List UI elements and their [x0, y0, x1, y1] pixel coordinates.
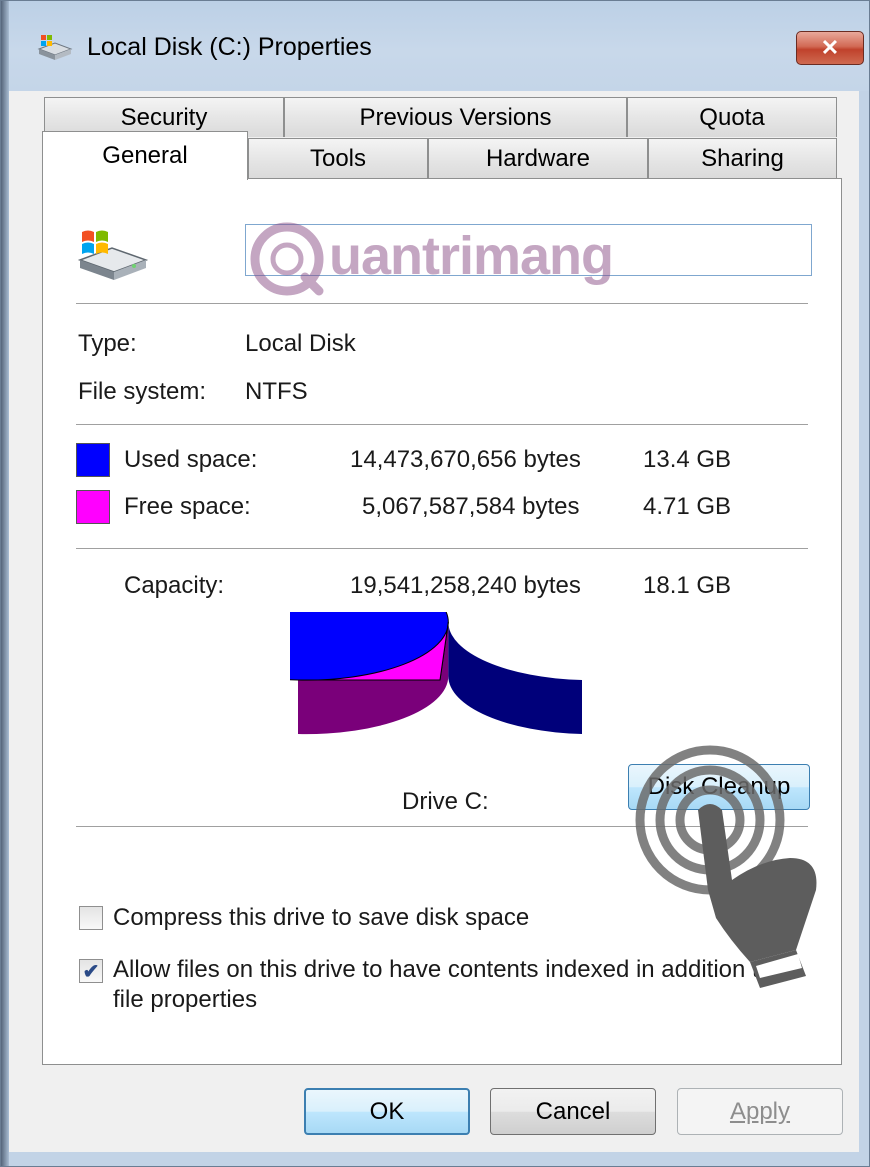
- tab-label: Hardware: [485, 145, 591, 172]
- tab-label: Previous Versions: [359, 103, 552, 131]
- ok-button[interactable]: OK: [304, 1088, 470, 1135]
- apply-label: Apply: [729, 1097, 791, 1125]
- separator: [76, 826, 808, 827]
- capacity-size: 18.1 GB: [643, 572, 732, 599]
- tab-label: General: [102, 142, 188, 169]
- drive-icon: [37, 35, 73, 60]
- index-label-line2[interactable]: file properties: [113, 986, 257, 1014]
- ok-label: OK: [369, 1097, 405, 1125]
- cancel-label: Cancel: [535, 1097, 611, 1125]
- separator: [76, 424, 808, 425]
- capacity-label: Capacity:: [124, 572, 225, 599]
- drive-caption: Drive C:: [402, 788, 489, 815]
- title-bar[interactable]: Local Disk (C:) Properties ✕: [9, 1, 869, 91]
- tab-label: Quota: [699, 103, 765, 131]
- disk-cleanup-button[interactable]: Disk Cleanup: [628, 764, 810, 810]
- checkmark-icon: ✔: [82, 960, 100, 983]
- type-value: Local Disk: [245, 330, 356, 357]
- free-space-swatch: [76, 490, 110, 524]
- windows-drive-icon: [77, 230, 149, 280]
- index-label-line1[interactable]: Allow files on this drive to have conten…: [113, 956, 772, 984]
- separator: [76, 303, 808, 304]
- cancel-button[interactable]: Cancel: [490, 1088, 656, 1135]
- index-checkbox[interactable]: ✔: [79, 959, 103, 983]
- disk-cleanup-label: Disk Cleanup: [647, 773, 791, 800]
- used-space-slice-side: [448, 622, 582, 734]
- free-space-size: 4.71 GB: [643, 493, 732, 520]
- compress-label[interactable]: Compress this drive to save disk space: [113, 904, 529, 932]
- used-space-bytes: 14,473,670,656 bytes: [350, 446, 581, 473]
- tab-general[interactable]: General: [42, 131, 248, 180]
- separator: [76, 548, 808, 549]
- disk-usage-pie-chart: [290, 612, 582, 735]
- free-space-bytes: 5,067,587,584 bytes: [362, 493, 580, 520]
- tab-tools[interactable]: Tools: [248, 138, 428, 179]
- window-frame-edge: [1, 1, 9, 1166]
- close-icon: ✕: [820, 35, 840, 60]
- tab-label: Security: [120, 103, 208, 131]
- file-system-value: NTFS: [245, 378, 308, 405]
- tab-label: Tools: [309, 145, 367, 172]
- used-space-size: 13.4 GB: [643, 446, 732, 473]
- tab-sharing[interactable]: Sharing: [648, 138, 837, 179]
- free-space-label: Free space:: [124, 493, 251, 520]
- type-label: Type:: [78, 330, 137, 357]
- volume-label-input[interactable]: [245, 224, 812, 276]
- tab-previous-versions[interactable]: Previous Versions: [284, 97, 627, 137]
- tab-quota[interactable]: Quota: [627, 97, 837, 137]
- used-space-label: Used space:: [124, 446, 258, 473]
- tab-hardware[interactable]: Hardware: [428, 138, 648, 179]
- apply-button[interactable]: Apply: [677, 1088, 843, 1135]
- compress-checkbox[interactable]: [79, 906, 103, 930]
- close-button[interactable]: ✕: [796, 31, 864, 65]
- tab-label: Sharing: [701, 145, 784, 172]
- window-title: Local Disk (C:) Properties: [87, 33, 372, 61]
- file-system-label: File system:: [78, 378, 207, 405]
- capacity-bytes: 19,541,258,240 bytes: [350, 572, 581, 599]
- used-space-swatch: [76, 443, 110, 477]
